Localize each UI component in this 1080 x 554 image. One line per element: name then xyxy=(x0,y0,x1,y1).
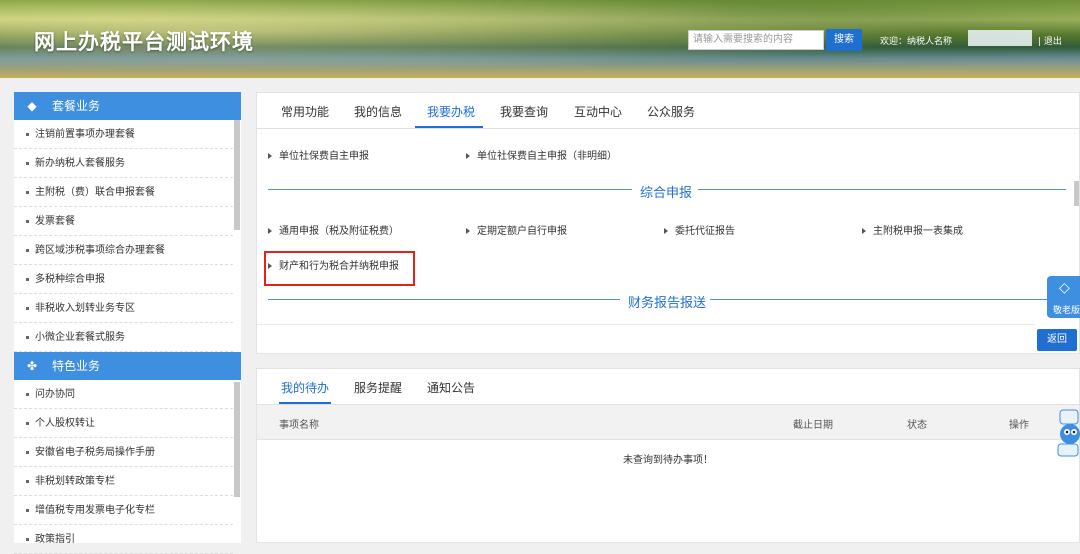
link-entrusted-report[interactable]: 委托代征报告 xyxy=(664,222,735,237)
highlight-box xyxy=(264,251,415,286)
sidebar-item[interactable]: 增值税专用发票电子化专栏 xyxy=(14,496,233,525)
todo-table-header: 事项名称 截止日期 状态 操作 xyxy=(257,405,1079,440)
tab-tax-handling[interactable]: 我要办税 xyxy=(427,103,475,120)
caret-right-icon xyxy=(268,228,272,234)
link-social-insurance[interactable]: 单位社保费自主申报 xyxy=(268,147,369,162)
sidebar-item[interactable]: 非税划转政策专栏 xyxy=(14,467,233,496)
sidebar-item[interactable]: 主附税（费）联合申报套餐 xyxy=(14,178,233,207)
diamond-arrow-icon: ◇ xyxy=(1059,280,1070,296)
caret-right-icon xyxy=(664,228,668,234)
site-title: 网上办税平台测试环境 xyxy=(34,30,254,54)
tab-public-service[interactable]: 公众服务 xyxy=(647,103,695,120)
link-fixed-quota[interactable]: 定期定额户自行申报 xyxy=(466,222,567,237)
sidebar-item[interactable]: 问办协同 xyxy=(14,380,233,409)
panel-scrollbar[interactable] xyxy=(1074,181,1079,206)
tab-my-info[interactable]: 我的信息 xyxy=(354,103,402,120)
caret-right-icon xyxy=(862,228,866,234)
search-input[interactable]: 请输入需要搜索的内容 xyxy=(688,30,824,50)
sidebar-scrollbar[interactable] xyxy=(234,382,240,497)
column-action: 操作 xyxy=(1009,420,1029,431)
sidebar: ◆ 套餐业务 注销前置事项办理套餐 新办纳税人套餐服务 主附税（费）联合申报套餐 … xyxy=(14,92,241,554)
section-title-financial-report: 财务报告报送 xyxy=(628,296,707,311)
sidebar-item[interactable]: 多税种综合申报 xyxy=(14,265,233,294)
tab-notice[interactable]: 通知公告 xyxy=(427,379,475,396)
assistant-robot-icon[interactable] xyxy=(1054,408,1080,458)
column-item-name: 事项名称 xyxy=(279,420,319,431)
cube-icon: ◆ xyxy=(27,99,37,113)
link-social-insurance-nondetail[interactable]: 单位社保费自主申报（非明细） xyxy=(466,147,617,162)
clover-icon: ✤ xyxy=(26,359,38,373)
sidebar-scrollbar[interactable] xyxy=(234,120,240,230)
redacted-name xyxy=(968,30,1032,46)
tab-interaction[interactable]: 互动中心 xyxy=(574,103,622,120)
sidebar-item[interactable]: 新办纳税人套餐服务 xyxy=(14,149,233,178)
link-main-tax-integrated[interactable]: 主附税申报一表集成 xyxy=(862,222,963,237)
section-title-comprehensive: 综合申报 xyxy=(640,186,693,201)
sidebar-item[interactable]: 跨区域涉税事项综合办理套餐 xyxy=(14,236,233,265)
elderly-mode-widget[interactable]: ◇ 敬老版 xyxy=(1047,276,1080,318)
sidebar-item[interactable]: 注销前置事项办理套餐 xyxy=(14,120,233,149)
column-status: 状态 xyxy=(907,420,927,431)
sidebar-item[interactable]: 小微企业套餐式服务 xyxy=(14,323,233,352)
header-banner: 网上办税平台测试环境 请输入需要搜索的内容 搜索 欢迎：纳税人名称 | 退出 xyxy=(0,0,1080,78)
caret-right-icon xyxy=(268,153,272,159)
sidebar-section-special[interactable]: ✤ 特色业务 xyxy=(14,352,241,380)
caret-right-icon xyxy=(466,228,470,234)
sidebar-item[interactable]: 安徽省电子税务局操作手册 xyxy=(14,438,233,467)
welcome-text: 欢迎：纳税人名称 xyxy=(880,37,953,47)
active-tab-indicator xyxy=(279,402,331,404)
link-general-declaration[interactable]: 通用申报（税及附征税费） xyxy=(268,222,399,237)
tab-common[interactable]: 常用功能 xyxy=(281,103,329,120)
main-tabs: 常用功能 我的信息 我要办税 我要查询 互动中心 公众服务 xyxy=(257,93,1079,129)
todo-tabs: 我的待办 服务提醒 通知公告 xyxy=(257,369,1079,405)
sidebar-item[interactable]: 发票套餐 xyxy=(14,207,233,236)
panel-footer-divider xyxy=(256,324,1036,325)
divider xyxy=(710,299,1066,300)
sidebar-item[interactable]: 政策指引 xyxy=(14,525,233,554)
logout-link[interactable]: | 退出 xyxy=(1038,34,1062,47)
sidebar-section-package[interactable]: ◆ 套餐业务 xyxy=(14,92,241,120)
back-button[interactable]: 返回 xyxy=(1037,329,1077,351)
tab-query[interactable]: 我要查询 xyxy=(500,103,548,120)
caret-right-icon xyxy=(466,153,470,159)
sidebar-item[interactable]: 个人股权转让 xyxy=(14,409,233,438)
sidebar-item[interactable]: 非税收入划转业务专区 xyxy=(14,294,233,323)
divider xyxy=(268,189,632,190)
empty-message: 未查询到待办事项！ xyxy=(623,455,713,466)
column-deadline: 截止日期 xyxy=(793,420,833,431)
active-tab-indicator xyxy=(415,126,483,128)
todo-panel: 我的待办 服务提醒 通知公告 事项名称 截止日期 状态 操作 未查询到待办事项！ xyxy=(256,368,1080,543)
divider xyxy=(268,299,620,300)
tab-service-reminder[interactable]: 服务提醒 xyxy=(354,379,402,396)
search-button[interactable]: 搜索 xyxy=(826,29,862,51)
divider xyxy=(698,189,1066,190)
tab-my-todo[interactable]: 我的待办 xyxy=(281,379,329,396)
